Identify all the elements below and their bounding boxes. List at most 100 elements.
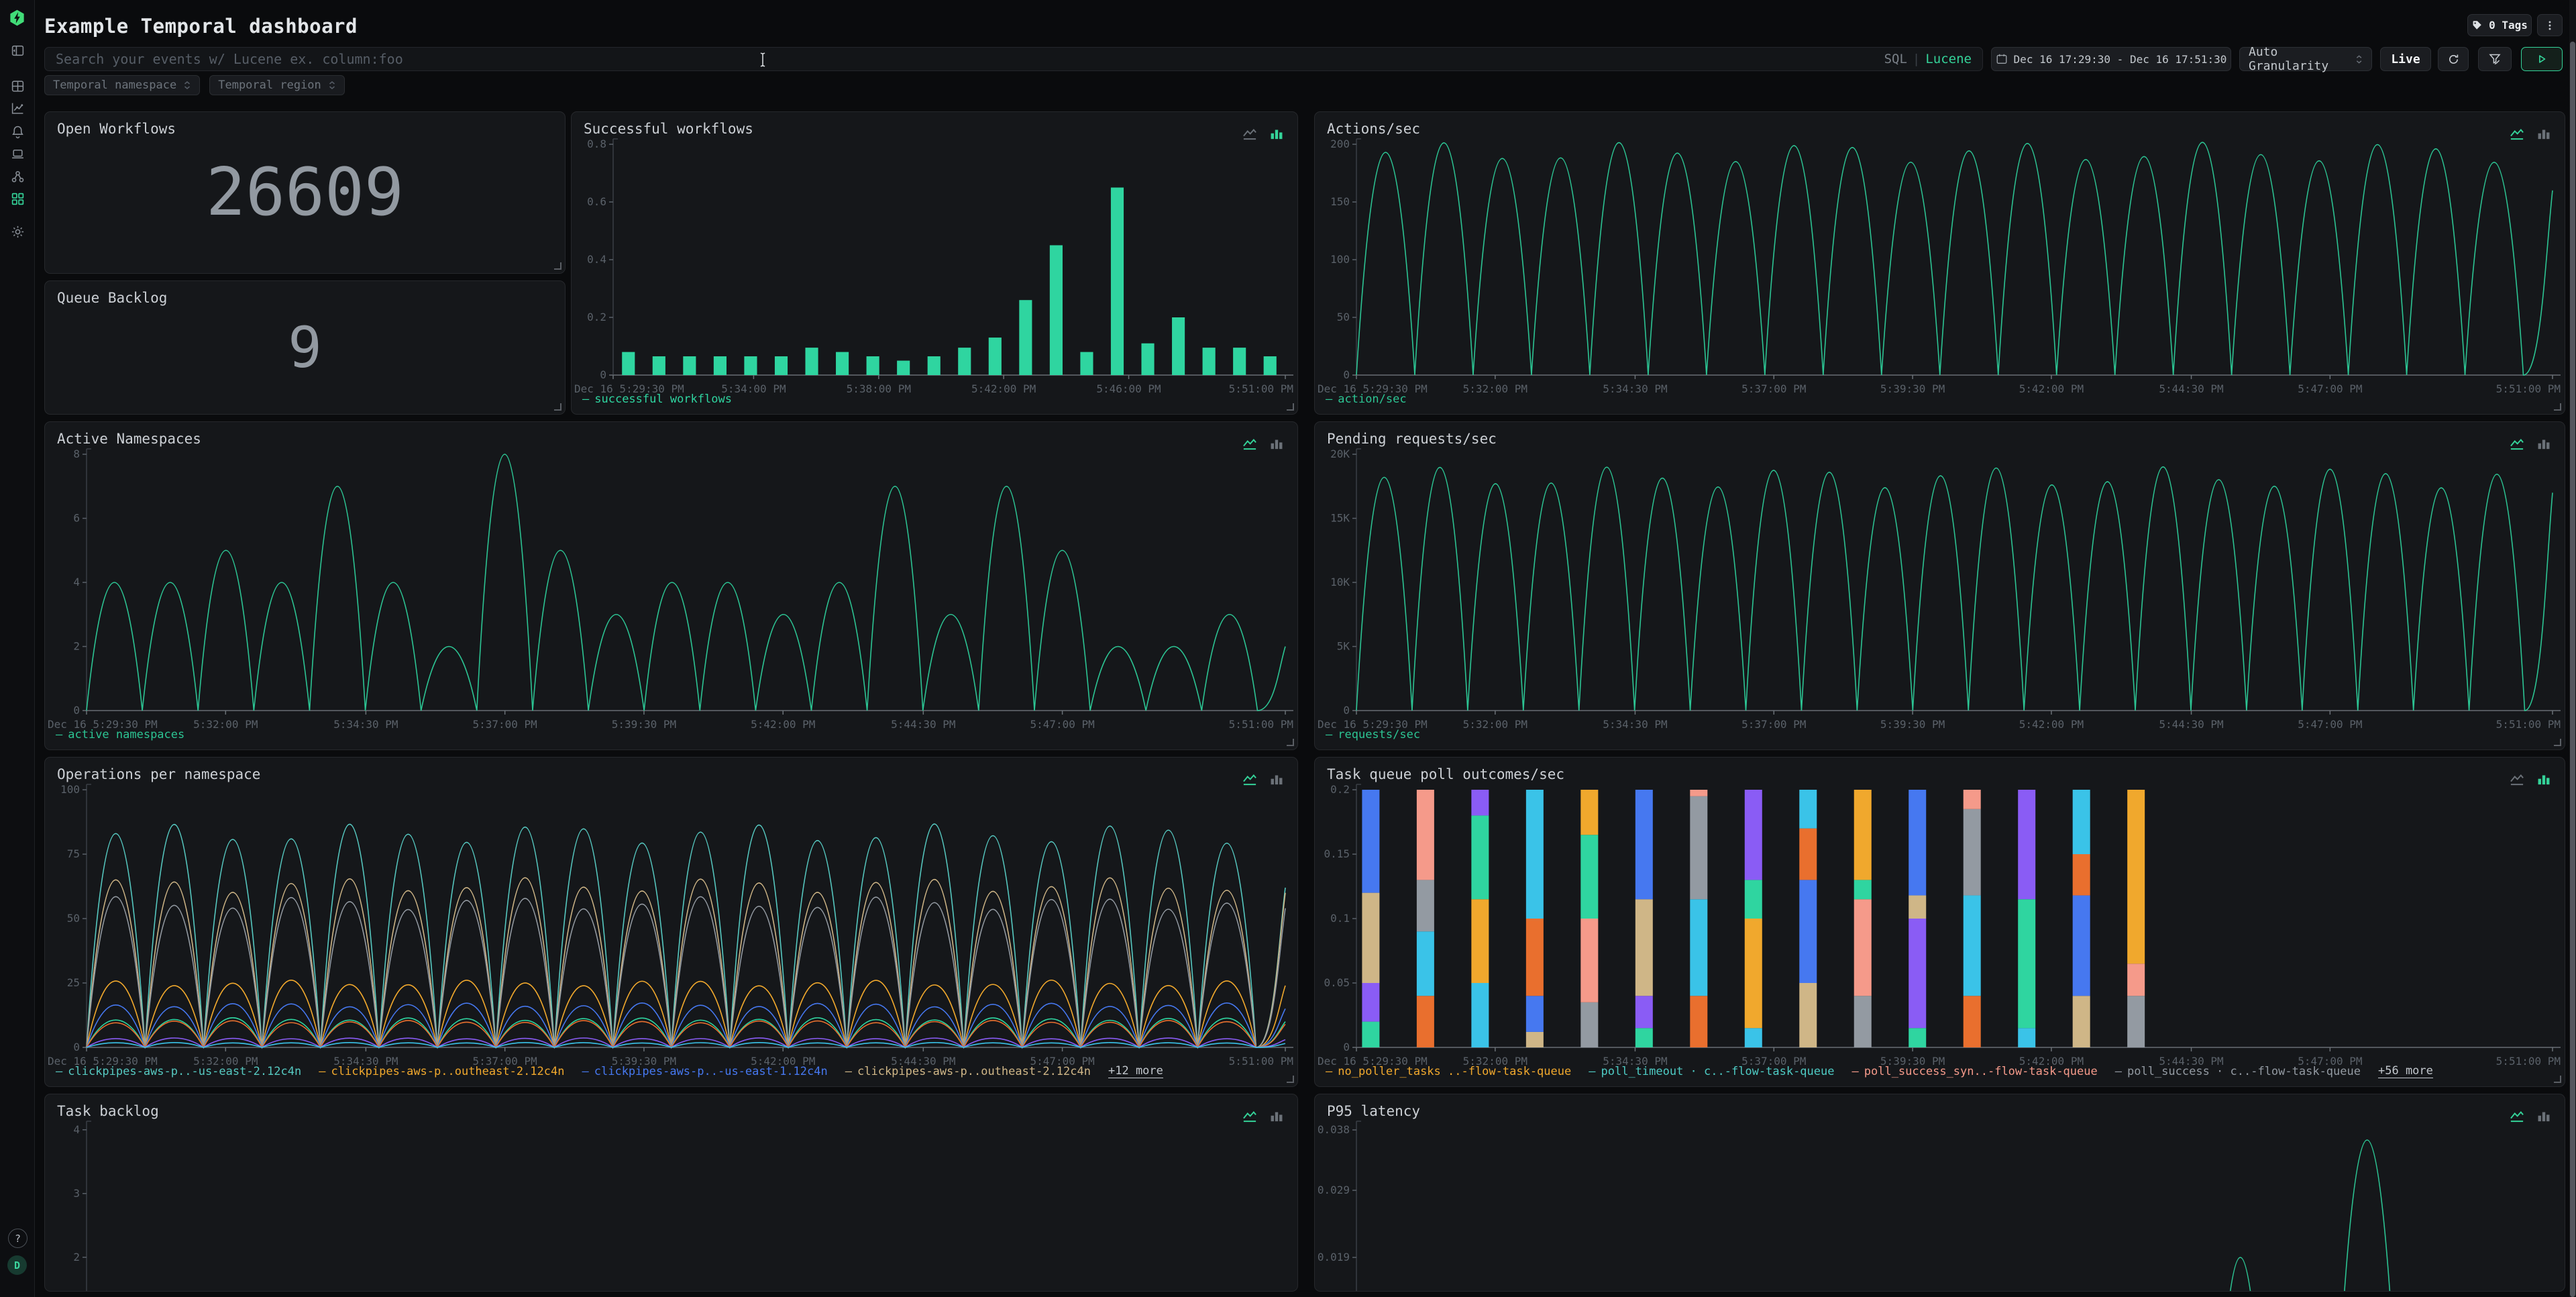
- resize-grip[interactable]: [554, 403, 561, 411]
- stack-segment[interactable]: [1909, 1028, 1926, 1047]
- stack-segment[interactable]: [2127, 964, 2145, 996]
- granularity-select[interactable]: Auto Granularity: [2239, 47, 2372, 71]
- bar[interactable]: [744, 356, 757, 375]
- stack-segment[interactable]: [1635, 899, 1653, 996]
- more-menu-button[interactable]: [2537, 14, 2563, 36]
- chart-task-queue-poll-outcomes[interactable]: 00.050.10.150.2Dec 16 5:29:30 PM5:32:00 …: [1315, 758, 2565, 1086]
- resize-grip[interactable]: [2554, 1076, 2561, 1083]
- stack-segment[interactable]: [1417, 790, 1434, 880]
- resize-grip[interactable]: [1287, 403, 1294, 411]
- stack-segment[interactable]: [1417, 931, 1434, 996]
- area-view-icon[interactable]: [1241, 771, 1258, 788]
- tags-button[interactable]: 0 Tags: [2467, 14, 2532, 36]
- stack-segment[interactable]: [1799, 880, 1817, 983]
- legend-item[interactable]: —poll_timeout · c..-flow-task-queue: [1589, 1065, 1834, 1078]
- bar[interactable]: [867, 356, 879, 375]
- bar[interactable]: [989, 338, 1002, 375]
- stack-segment[interactable]: [1362, 1022, 1379, 1047]
- legend-item[interactable]: —clickpipes-aws-p..-us-east-1.12c4n: [582, 1065, 828, 1078]
- area-view-icon[interactable]: [2508, 1108, 2526, 1125]
- live-button[interactable]: Live: [2380, 47, 2431, 71]
- mode-sql[interactable]: SQL: [1884, 52, 1907, 66]
- stack-segment[interactable]: [2018, 899, 2035, 1028]
- bar-view-icon[interactable]: [2535, 125, 2553, 143]
- legend-item[interactable]: —successful workflows: [582, 393, 732, 406]
- legend-more-link[interactable]: +12 more: [1108, 1064, 1163, 1078]
- bar[interactable]: [1172, 317, 1185, 375]
- bar[interactable]: [1233, 348, 1246, 375]
- bar[interactable]: [622, 352, 635, 375]
- datasets-table-icon[interactable]: [9, 77, 26, 95]
- stack-segment[interactable]: [1964, 996, 1981, 1047]
- run-query-button[interactable]: [2521, 47, 2563, 71]
- bar[interactable]: [1141, 344, 1154, 375]
- stack-segment[interactable]: [1580, 919, 1598, 1002]
- resize-grip[interactable]: [2554, 739, 2561, 746]
- bar[interactable]: [836, 352, 849, 375]
- stack-segment[interactable]: [1362, 893, 1379, 983]
- stack-segment[interactable]: [1854, 899, 1872, 996]
- stack-segment[interactable]: [1580, 1002, 1598, 1047]
- bar[interactable]: [683, 356, 696, 375]
- bar[interactable]: [1203, 348, 1216, 375]
- chart-active-namespaces[interactable]: 02468Dec 16 5:29:30 PM5:32:00 PM5:34:30 …: [45, 422, 1297, 749]
- stack-segment[interactable]: [1471, 815, 1489, 899]
- resize-grip[interactable]: [1287, 1076, 1294, 1083]
- area-view-icon[interactable]: [2508, 125, 2526, 143]
- stack-segment[interactable]: [1417, 996, 1434, 1047]
- bar-view-icon[interactable]: [1268, 771, 1285, 788]
- stack-segment[interactable]: [1471, 899, 1489, 983]
- stack-segment[interactable]: [1635, 1028, 1653, 1047]
- date-range-button[interactable]: Dec 16 17:29:30 - Dec 16 17:51:30: [1991, 47, 2231, 71]
- mode-lucene[interactable]: Lucene: [1925, 52, 1972, 66]
- stack-segment[interactable]: [1964, 895, 1981, 996]
- dashboards-icon[interactable]: [9, 190, 26, 207]
- legend-item[interactable]: —clickpipes-aws-p..outheast-2.12c4n: [319, 1065, 564, 1078]
- stack-segment[interactable]: [1526, 790, 1544, 919]
- flow-icon[interactable]: [9, 168, 26, 185]
- stack-segment[interactable]: [1471, 983, 1489, 1047]
- stack-segment[interactable]: [2127, 996, 2145, 1047]
- bar[interactable]: [775, 356, 788, 375]
- stack-segment[interactable]: [1909, 919, 1926, 1028]
- alerts-bell-icon[interactable]: [9, 123, 26, 140]
- chart-p95-latency[interactable]: 0.0380.0290.019: [1315, 1094, 2565, 1291]
- stack-segment[interactable]: [1471, 790, 1489, 815]
- stack-segment[interactable]: [2073, 996, 2090, 1047]
- stack-segment[interactable]: [1362, 983, 1379, 1022]
- stack-segment[interactable]: [2073, 854, 2090, 895]
- legend-item[interactable]: —action/sec: [1326, 393, 1407, 406]
- stack-segment[interactable]: [1526, 919, 1544, 996]
- area-view-icon[interactable]: [2508, 771, 2526, 788]
- stack-segment[interactable]: [2018, 1028, 2035, 1047]
- area-view-icon[interactable]: [1241, 435, 1258, 453]
- monitors-laptop-icon[interactable]: [9, 145, 26, 162]
- bar[interactable]: [928, 356, 941, 375]
- stack-segment[interactable]: [1526, 1032, 1544, 1047]
- bar[interactable]: [1019, 300, 1032, 375]
- stack-segment[interactable]: [1635, 996, 1653, 1028]
- stack-segment[interactable]: [1362, 790, 1379, 893]
- avatar[interactable]: D: [7, 1255, 27, 1275]
- stack-segment[interactable]: [1635, 790, 1653, 899]
- legend-more-link[interactable]: +56 more: [2378, 1064, 2433, 1078]
- axiom-logo[interactable]: [8, 9, 26, 27]
- chart-pending-requests[interactable]: 05K10K15K20KDec 16 5:29:30 PM5:32:00 PM5…: [1315, 422, 2565, 749]
- resize-grip[interactable]: [554, 262, 561, 270]
- stack-segment[interactable]: [1745, 790, 1762, 880]
- stack-segment[interactable]: [2073, 790, 2090, 854]
- stack-segment[interactable]: [1690, 790, 1707, 796]
- resize-grip[interactable]: [1287, 739, 1294, 746]
- stack-segment[interactable]: [1799, 829, 1817, 880]
- bar[interactable]: [1264, 356, 1277, 375]
- bar-view-icon[interactable]: [2535, 1108, 2553, 1125]
- search-input[interactable]: [45, 48, 1982, 70]
- stack-segment[interactable]: [1964, 809, 1981, 896]
- bar-view-icon[interactable]: [1268, 1108, 1285, 1125]
- stack-segment[interactable]: [1580, 835, 1598, 919]
- stack-segment[interactable]: [2073, 895, 2090, 996]
- bar[interactable]: [1111, 188, 1124, 376]
- refresh-button[interactable]: [2438, 47, 2469, 71]
- bar[interactable]: [1080, 352, 1093, 375]
- query-mode-toggle[interactable]: SQL | Lucene: [1884, 48, 1972, 70]
